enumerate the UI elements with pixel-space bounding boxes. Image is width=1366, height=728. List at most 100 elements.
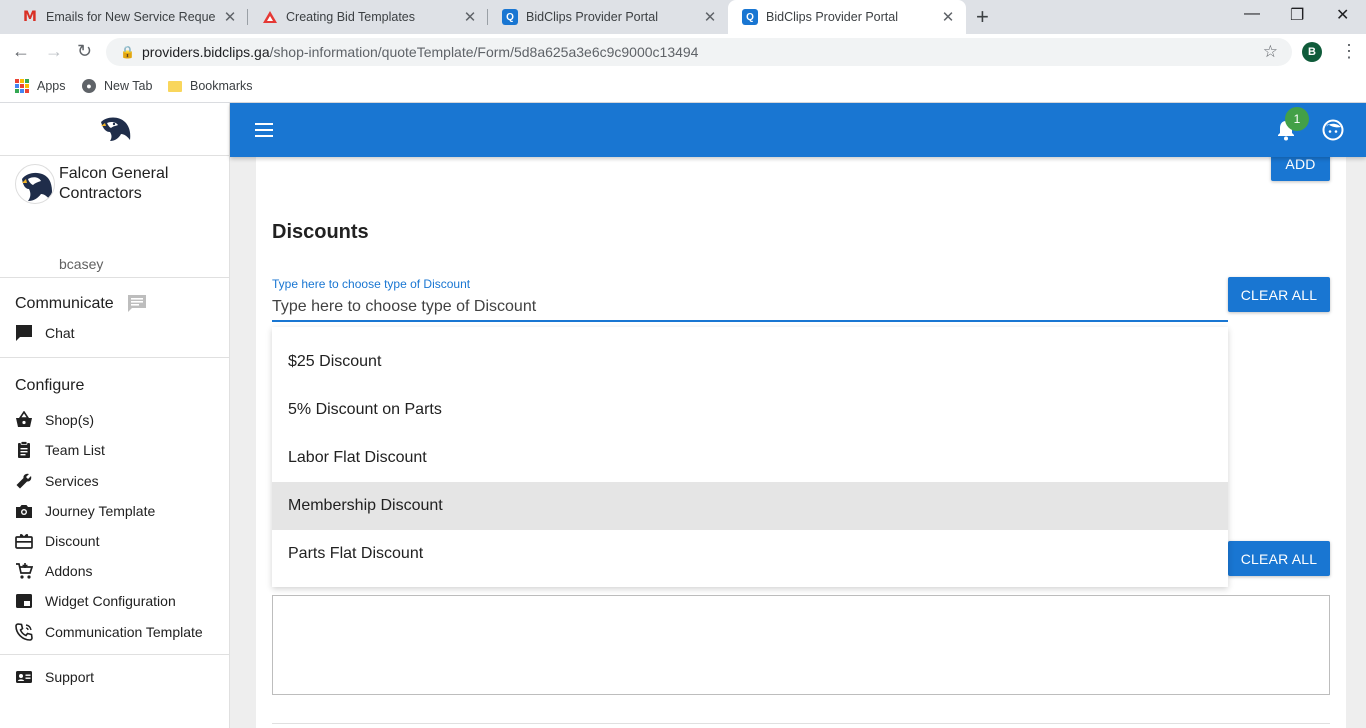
tab-title: BidClips Provider Portal [766,10,898,24]
close-icon[interactable]: ✕ [222,8,238,26]
sidebar-item-label: Discount [45,533,100,550]
divider [272,723,1330,724]
url-host: providers.bidclips.ga [142,44,270,60]
address-bar[interactable]: 🔒 providers.bidclips.ga/shop-information… [106,38,1292,66]
discount-options-dropdown: $25 Discount 5% Discount on Parts Labor … [272,327,1228,587]
section-title: Communicate [15,295,114,312]
avatar [15,164,55,204]
sidebar-item-support[interactable]: Support [0,662,229,692]
sidebar-item-chat[interactable]: Chat [0,318,229,348]
basket-icon [16,411,32,428]
message-icon[interactable] [126,294,148,314]
bookmark-label: Apps [37,79,66,93]
browser-tab-4-active[interactable]: Q BidClips Provider Portal ✕ [728,0,966,34]
phone-icon [15,622,33,641]
browser-tab-2[interactable]: Creating Bid Templates ✕ [248,0,488,34]
new-tab-button[interactable]: + [976,6,989,28]
bookmark-new-tab[interactable]: ● New Tab [82,77,152,95]
sidebar-logo-bar [0,103,229,156]
tab-title: Creating Bid Templates [286,10,416,24]
section-configure: Configure Shop(s) Team List Services Jou… [0,358,229,655]
restore-icon[interactable]: ❐ [1290,5,1304,25]
section-title: Configure [15,377,85,395]
main-content: ADD Discounts Type here to choose type o… [230,147,1366,728]
sidebar-item-label: Support [45,668,95,685]
sidebar-item-label: Journey Template [45,502,156,519]
username: bcasey [59,256,104,272]
sidebar-item-label: Shop(s) [45,412,95,429]
bookmark-label: Bookmarks [190,79,253,93]
section-communicate: Communicate Chat [0,289,229,359]
folder-icon [168,80,182,92]
url-path: /shop-information/quoteTemplate/Form/5d8… [269,44,699,60]
notes-textarea[interactable] [272,595,1330,695]
app-bar: 1 [230,103,1366,157]
cart-plus-icon [16,563,33,579]
profile-avatar[interactable]: B [1302,42,1322,62]
card-giftcard-icon [15,534,33,549]
widget-icon [16,594,32,609]
dropdown-option[interactable]: $25 Discount [272,338,1228,386]
sidebar-item-label: Chat [45,325,75,342]
discount-type-input[interactable] [272,294,1228,322]
dropdown-option-highlighted[interactable]: Membership Discount [272,482,1228,530]
bookmark-apps[interactable]: Apps [15,77,66,95]
sidebar-item-label: Addons [45,563,93,580]
reload-icon[interactable]: ↻ [77,41,92,61]
sidebar-item-services[interactable]: Services [0,466,229,496]
close-icon[interactable]: ✕ [940,8,956,26]
bookmark-folder[interactable]: Bookmarks [168,77,253,95]
sidebar-item-communication-template[interactable]: Communication Template [0,617,229,647]
account-face-icon[interactable] [1322,119,1344,141]
wrench-icon [16,473,32,489]
clear-all-button-2[interactable]: CLEAR ALL [1228,541,1330,576]
falcon-logo-icon [100,117,130,141]
browser-tab-3[interactable]: Q BidClips Provider Portal ✕ [488,0,728,34]
sidebar-profile: Falcon General Contractors bcasey [0,156,229,312]
tab-title: Emails for New Service Requests [46,10,216,24]
template-form-card: ADD Discounts Type here to choose type o… [256,147,1346,728]
clear-all-button[interactable]: CLEAR ALL [1228,277,1330,312]
close-icon[interactable]: ✕ [702,8,718,26]
sidebar-item-addons[interactable]: Addons [0,556,229,586]
clipboard-icon [18,441,30,459]
notification-badge: 1 [1285,107,1309,131]
sidebar-item-journey-template[interactable]: Journey Template [0,496,229,526]
bookmark-star-icon[interactable]: ☆ [1263,42,1278,62]
discount-field-label: Type here to choose type of Discount [272,277,471,291]
browser-menu-icon[interactable]: ⋮ [1340,41,1358,62]
camera-icon [16,504,32,518]
triangle-logo-icon [262,9,278,25]
close-icon[interactable]: ✕ [462,8,478,26]
sidebar-item-label: Services [45,472,99,489]
bookmark-label: New Tab [104,79,153,93]
minimize-icon[interactable]: — [1244,5,1260,23]
back-arrow-icon[interactable]: ← [12,41,30,61]
dropdown-option[interactable]: Labor Flat Discount [272,434,1228,482]
browser-tab-1[interactable]: M Emails for New Service Requests ✕ [8,0,248,34]
lock-icon: 🔒 [120,45,135,59]
tab-title: BidClips Provider Portal [526,10,658,24]
sidebar-item-discount[interactable]: Discount [0,526,229,556]
browser-tabstrip: M Emails for New Service Requests ✕ Crea… [0,0,1366,34]
sidebar-item-label: Widget Configuration [45,593,176,610]
sidebar-item-label: Communication Template [45,623,203,640]
window-close-icon[interactable]: ✕ [1336,5,1349,25]
sidebar-item-team-list[interactable]: Team List [0,435,229,465]
forward-arrow-icon[interactable]: → [45,41,63,61]
globe-icon: ● [82,79,96,93]
browser-toolbar: ← → ↻ 🔒 providers.bidclips.ga/shop-infor… [0,34,1366,70]
q-logo-icon: Q [742,9,758,25]
bookmarks-bar: Apps ● New Tab Bookmarks [0,70,1366,103]
sidebar-item-widget-configuration[interactable]: Widget Configuration [0,586,229,616]
sidebar: Falcon General Contractors bcasey Commun… [0,103,230,728]
sidebar-item-shops[interactable]: Shop(s) [0,405,229,435]
gmail-icon: M [23,9,37,25]
hamburger-menu-icon[interactable] [254,120,274,140]
company-name: Falcon General Contractors [59,165,169,202]
dropdown-option[interactable]: 5% Discount on Parts [272,386,1228,434]
q-logo-icon: Q [502,9,518,25]
contact-card-icon [16,670,32,683]
dropdown-option[interactable]: Parts Flat Discount [272,530,1228,578]
